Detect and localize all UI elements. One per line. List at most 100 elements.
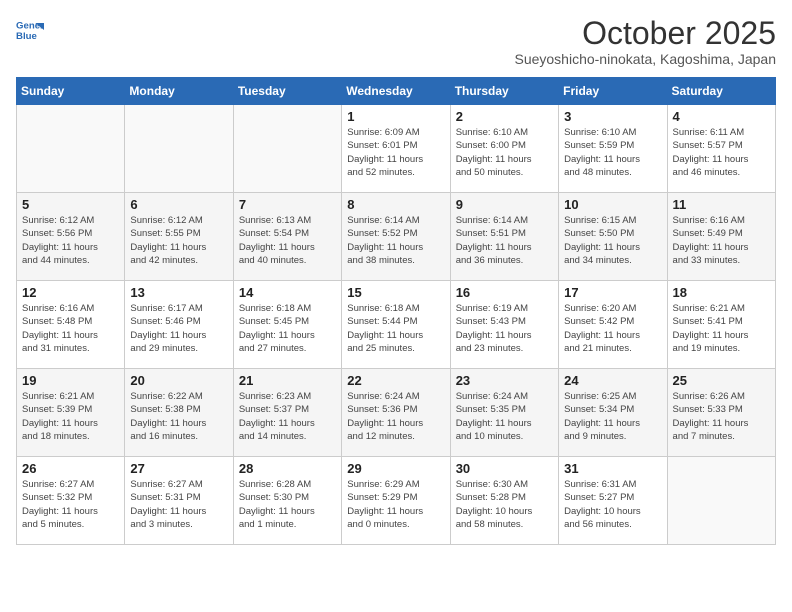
calendar-cell: 23Sunrise: 6:24 AM Sunset: 5:35 PM Dayli…	[450, 369, 558, 457]
day-info: Sunrise: 6:09 AM Sunset: 6:01 PM Dayligh…	[347, 126, 444, 179]
calendar-week-row: 19 Sunrise: 6:21 AM Sunset: 5:39 PM Dayli…	[17, 369, 776, 457]
day-info: Sunrise: 6:24 AM Sunset: 5:36 PM Dayligh…	[347, 390, 444, 443]
day-info: Sunrise: 6:13 AM Sunset: 5:54 PM Dayligh…	[239, 214, 336, 267]
day-number: 8	[347, 197, 444, 212]
calendar-cell: 16 Sunrise: 6:19 AM Sunset: 5:43 PM Dayli…	[450, 281, 558, 369]
calendar-cell: 8 Sunrise: 6:14 AM Sunset: 5:52 PM Daylig…	[342, 193, 450, 281]
day-info: Sunrise: 6:15 AM Sunset: 5:50 PM Dayligh…	[564, 214, 661, 267]
day-number: 1	[347, 109, 444, 124]
day-number: 16	[456, 285, 553, 300]
day-number: 2	[456, 109, 553, 124]
day-info: Sunrise: 6:10 AM Sunset: 5:59 PM Dayligh…	[564, 126, 661, 179]
day-info: Sunrise: 6:18 AM Sunset: 5:44 PM Dayligh…	[347, 302, 444, 355]
calendar-cell: 7 Sunrise: 6:13 AM Sunset: 5:54 PM Daylig…	[233, 193, 341, 281]
day-number: 27	[130, 461, 227, 476]
calendar-cell: 18Sunrise: 6:21 AM Sunset: 5:41 PM Dayli…	[667, 281, 775, 369]
day-number: 5	[22, 197, 119, 212]
calendar-cell: 25Sunrise: 6:26 AM Sunset: 5:33 PM Dayli…	[667, 369, 775, 457]
day-info: Sunrise: 6:19 AM Sunset: 5:43 PM Dayligh…	[456, 302, 553, 355]
day-info: Sunrise: 6:26 AM Sunset: 5:33 PM Dayligh…	[673, 390, 770, 443]
weekday-header-cell: Friday	[559, 78, 667, 105]
calendar-cell: 13 Sunrise: 6:17 AM Sunset: 5:46 PM Dayli…	[125, 281, 233, 369]
calendar-cell: 29 Sunrise: 6:29 AM Sunset: 5:29 PM Dayli…	[342, 457, 450, 545]
calendar-cell: 10 Sunrise: 6:15 AM Sunset: 5:50 PM Dayli…	[559, 193, 667, 281]
calendar-cell: 22 Sunrise: 6:24 AM Sunset: 5:36 PM Dayli…	[342, 369, 450, 457]
calendar-body: 1 Sunrise: 6:09 AM Sunset: 6:01 PM Daylig…	[17, 105, 776, 545]
day-number: 10	[564, 197, 661, 212]
day-info: Sunrise: 6:10 AM Sunset: 6:00 PM Dayligh…	[456, 126, 553, 179]
day-info: Sunrise: 6:12 AM Sunset: 5:56 PM Dayligh…	[22, 214, 119, 267]
day-number: 21	[239, 373, 336, 388]
day-number: 4	[673, 109, 770, 124]
day-number: 28	[239, 461, 336, 476]
weekday-header-row: SundayMondayTuesdayWednesdayThursdayFrid…	[17, 78, 776, 105]
calendar-week-row: 5 Sunrise: 6:12 AM Sunset: 5:56 PM Daylig…	[17, 193, 776, 281]
day-number: 30	[456, 461, 553, 476]
logo: General Blue	[16, 16, 44, 44]
calendar-cell: 19 Sunrise: 6:21 AM Sunset: 5:39 PM Dayli…	[17, 369, 125, 457]
day-number: 17	[564, 285, 661, 300]
day-number: 23	[456, 373, 553, 388]
calendar-week-row: 1 Sunrise: 6:09 AM Sunset: 6:01 PM Daylig…	[17, 105, 776, 193]
weekday-header-cell: Tuesday	[233, 78, 341, 105]
day-info: Sunrise: 6:14 AM Sunset: 5:52 PM Dayligh…	[347, 214, 444, 267]
day-number: 12	[22, 285, 119, 300]
day-info: Sunrise: 6:17 AM Sunset: 5:46 PM Dayligh…	[130, 302, 227, 355]
day-number: 24	[564, 373, 661, 388]
title-block: October 2025 Sueyoshicho-ninokata, Kagos…	[514, 16, 776, 67]
calendar-cell	[667, 457, 775, 545]
calendar-cell: 15 Sunrise: 6:18 AM Sunset: 5:44 PM Dayli…	[342, 281, 450, 369]
day-number: 3	[564, 109, 661, 124]
day-number: 22	[347, 373, 444, 388]
day-info: Sunrise: 6:14 AM Sunset: 5:51 PM Dayligh…	[456, 214, 553, 267]
day-number: 31	[564, 461, 661, 476]
day-info: Sunrise: 6:28 AM Sunset: 5:30 PM Dayligh…	[239, 478, 336, 531]
calendar-cell: 11Sunrise: 6:16 AM Sunset: 5:49 PM Dayli…	[667, 193, 775, 281]
calendar-cell: 28 Sunrise: 6:28 AM Sunset: 5:30 PM Dayli…	[233, 457, 341, 545]
page-header: General Blue October 2025 Sueyoshicho-ni…	[16, 16, 776, 67]
calendar-cell: 3 Sunrise: 6:10 AM Sunset: 5:59 PM Daylig…	[559, 105, 667, 193]
calendar-cell: 30 Sunrise: 6:30 AM Sunset: 5:28 PM Dayli…	[450, 457, 558, 545]
day-number: 15	[347, 285, 444, 300]
day-info: Sunrise: 6:27 AM Sunset: 5:31 PM Dayligh…	[130, 478, 227, 531]
calendar-cell: 26 Sunrise: 6:27 AM Sunset: 5:32 PM Dayli…	[17, 457, 125, 545]
day-info: Sunrise: 6:27 AM Sunset: 5:32 PM Dayligh…	[22, 478, 119, 531]
month-title: October 2025	[514, 16, 776, 51]
day-number: 6	[130, 197, 227, 212]
weekday-header-cell: Monday	[125, 78, 233, 105]
day-number: 7	[239, 197, 336, 212]
calendar-cell: 2 Sunrise: 6:10 AM Sunset: 6:00 PM Daylig…	[450, 105, 558, 193]
calendar-cell: 27 Sunrise: 6:27 AM Sunset: 5:31 PM Dayli…	[125, 457, 233, 545]
calendar-week-row: 12Sunrise: 6:16 AM Sunset: 5:48 PM Dayli…	[17, 281, 776, 369]
calendar-cell	[233, 105, 341, 193]
day-info: Sunrise: 6:18 AM Sunset: 5:45 PM Dayligh…	[239, 302, 336, 355]
calendar-cell	[17, 105, 125, 193]
calendar-cell: 9Sunrise: 6:14 AM Sunset: 5:51 PM Daylig…	[450, 193, 558, 281]
day-number: 13	[130, 285, 227, 300]
day-number: 19	[22, 373, 119, 388]
day-info: Sunrise: 6:21 AM Sunset: 5:39 PM Dayligh…	[22, 390, 119, 443]
weekday-header-cell: Thursday	[450, 78, 558, 105]
calendar-cell: 4Sunrise: 6:11 AM Sunset: 5:57 PM Daylig…	[667, 105, 775, 193]
weekday-header-cell: Sunday	[17, 78, 125, 105]
day-info: Sunrise: 6:30 AM Sunset: 5:28 PM Dayligh…	[456, 478, 553, 531]
calendar-cell: 31 Sunrise: 6:31 AM Sunset: 5:27 PM Dayli…	[559, 457, 667, 545]
calendar-cell	[125, 105, 233, 193]
day-info: Sunrise: 6:21 AM Sunset: 5:41 PM Dayligh…	[673, 302, 770, 355]
day-number: 26	[22, 461, 119, 476]
location-title: Sueyoshicho-ninokata, Kagoshima, Japan	[514, 51, 776, 67]
day-info: Sunrise: 6:31 AM Sunset: 5:27 PM Dayligh…	[564, 478, 661, 531]
calendar-cell: 6 Sunrise: 6:12 AM Sunset: 5:55 PM Daylig…	[125, 193, 233, 281]
calendar-week-row: 26 Sunrise: 6:27 AM Sunset: 5:32 PM Dayli…	[17, 457, 776, 545]
weekday-header-cell: Wednesday	[342, 78, 450, 105]
day-number: 29	[347, 461, 444, 476]
calendar-cell: 20Sunrise: 6:22 AM Sunset: 5:38 PM Dayli…	[125, 369, 233, 457]
calendar-cell: 12Sunrise: 6:16 AM Sunset: 5:48 PM Dayli…	[17, 281, 125, 369]
day-info: Sunrise: 6:12 AM Sunset: 5:55 PM Dayligh…	[130, 214, 227, 267]
day-info: Sunrise: 6:23 AM Sunset: 5:37 PM Dayligh…	[239, 390, 336, 443]
day-info: Sunrise: 6:29 AM Sunset: 5:29 PM Dayligh…	[347, 478, 444, 531]
day-info: Sunrise: 6:16 AM Sunset: 5:49 PM Dayligh…	[673, 214, 770, 267]
calendar-cell: 1 Sunrise: 6:09 AM Sunset: 6:01 PM Daylig…	[342, 105, 450, 193]
day-info: Sunrise: 6:20 AM Sunset: 5:42 PM Dayligh…	[564, 302, 661, 355]
day-info: Sunrise: 6:22 AM Sunset: 5:38 PM Dayligh…	[130, 390, 227, 443]
